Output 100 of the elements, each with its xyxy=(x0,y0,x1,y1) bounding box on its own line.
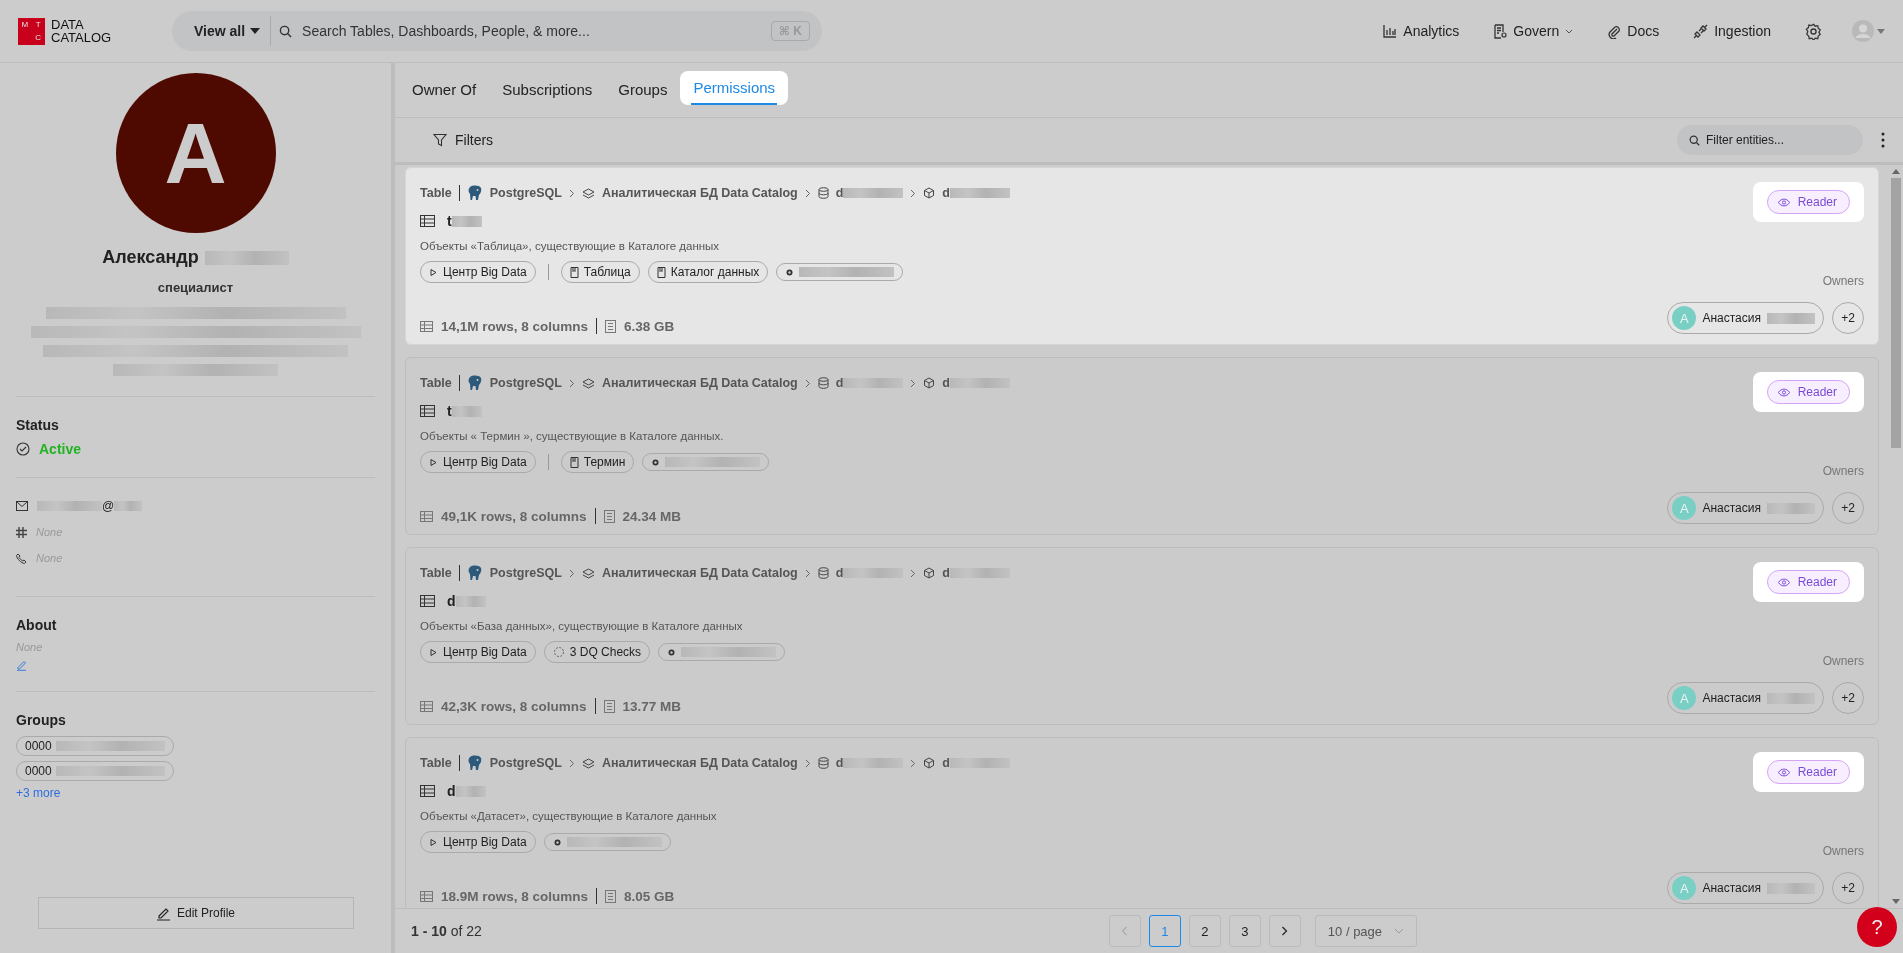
gear-icon xyxy=(552,837,562,847)
table-icon xyxy=(420,785,435,797)
service-name[interactable]: PostgreSQL xyxy=(489,376,562,390)
row-count: 42,3K rows, 8 columns xyxy=(441,698,587,714)
chevron-right-icon xyxy=(910,758,917,768)
permission-badge: Reader xyxy=(1766,570,1850,594)
breadcrumb-link[interactable]: Аналитическая БД Data Catalog xyxy=(602,186,798,200)
tab[interactable]: Groups xyxy=(616,63,670,117)
search-icon xyxy=(1689,134,1700,146)
section-heading: Status xyxy=(16,417,60,433)
table-icon xyxy=(420,215,435,227)
search-input[interactable]: Search Tables, Dashboards, People, & more... xyxy=(300,22,763,40)
settings-icon[interactable] xyxy=(1805,22,1822,40)
caret-icon xyxy=(1877,28,1885,34)
elephant-icon xyxy=(466,565,483,581)
chevron-right-icon xyxy=(569,758,575,768)
gear-icon xyxy=(667,647,677,657)
database-icon xyxy=(817,757,829,769)
entity-card[interactable]: Table PostgreSQL Аналитическая БД Data Catalog d d d Объекты «Датасет», существующие в Каталоге данных Центр Big Data 18.9M rows, 8 columns 8.05 GB Reader Owners A Анастасия +2 xyxy=(405,737,1879,908)
funnel-icon xyxy=(433,133,447,147)
page-button[interactable]: 3 xyxy=(1228,915,1261,947)
nav-link[interactable]: Ingestion xyxy=(1693,23,1771,39)
table-icon xyxy=(420,320,433,332)
page-button[interactable]: 2 xyxy=(1188,915,1221,947)
next-page-button[interactable] xyxy=(1268,915,1301,947)
breadcrumb-link[interactable]: Аналитическая БД Data Catalog xyxy=(602,376,798,390)
elephant-icon xyxy=(466,755,483,771)
chevron-right-icon xyxy=(804,188,811,198)
entity-description: Объекты «Датасет», существующие в Каталоге данных xyxy=(420,810,718,822)
chevron-right-icon xyxy=(804,758,811,768)
help-button[interactable]: ? xyxy=(1857,907,1897,947)
chevron-down-icon xyxy=(1565,28,1574,34)
entity-type: Table xyxy=(420,756,452,770)
layers-icon xyxy=(582,377,595,389)
permission-badge: Reader xyxy=(1766,190,1850,214)
filter-input[interactable]: Filter entities... xyxy=(1704,132,1848,148)
view-all-dropdown[interactable]: View all xyxy=(194,16,272,46)
edit-profile-button[interactable]: Edit Profile xyxy=(37,897,354,929)
eye-icon xyxy=(1777,767,1790,777)
chevron-right-icon xyxy=(910,568,917,578)
section-heading: Groups xyxy=(16,712,67,728)
breadcrumb-link[interactable]: Аналитическая БД Data Catalog xyxy=(602,756,798,770)
book-icon xyxy=(569,456,579,468)
entity-card[interactable]: Table PostgreSQL Аналитическая БД Data Catalog d d d Объекты «База данных», существующие в Каталоге данных Центр Big Data 3 DQ Checks 42,3K rows, 8 columns 13.77 MB Reader Owners A Анастасия +2 xyxy=(405,547,1879,725)
user-menu[interactable] xyxy=(1852,20,1885,42)
edit-icon[interactable] xyxy=(16,659,28,671)
database-icon xyxy=(817,567,829,579)
section-heading: About xyxy=(16,617,58,633)
hash-icon xyxy=(16,526,27,538)
contact-value: @ xyxy=(37,499,143,513)
permission-badge: Reader xyxy=(1766,760,1850,784)
plug-icon xyxy=(1693,23,1709,39)
play-icon xyxy=(429,837,438,847)
layers-icon xyxy=(582,567,595,579)
eye-icon xyxy=(1777,387,1790,397)
tab[interactable]: Subscriptions xyxy=(500,63,595,117)
page-size-select[interactable]: 10 / page xyxy=(1314,915,1418,947)
storage-icon xyxy=(605,889,617,903)
gear-icon xyxy=(651,457,661,467)
owners-label: Owners xyxy=(1822,464,1864,478)
profile-name: Александр xyxy=(102,247,289,268)
storage-icon xyxy=(605,319,617,333)
play-icon xyxy=(429,457,438,467)
service-name[interactable]: PostgreSQL xyxy=(489,186,562,200)
entity-description: Объекты «База данных», существующие в Каталоге данных xyxy=(420,620,744,632)
chevron-right-icon xyxy=(569,568,575,578)
breadcrumb-link[interactable]: Аналитическая БД Data Catalog xyxy=(602,566,798,580)
play-icon xyxy=(429,267,438,277)
paperclip-icon xyxy=(1607,23,1622,39)
cube-icon xyxy=(923,567,936,579)
table-icon xyxy=(420,700,433,712)
chevron-right-icon xyxy=(910,188,917,198)
service-name[interactable]: PostgreSQL xyxy=(489,566,562,580)
eye-icon xyxy=(1777,197,1790,207)
scroll-down-icon[interactable] xyxy=(1892,899,1900,904)
entity-card[interactable]: Table PostgreSQL Аналитическая БД Data Catalog d d t Объекты «Таблица», существующие в Каталоге данных Центр Big Data Таблица Каталог данных 14,1M rows, 8 columns 6.38 GB Reader Owners A Анастасия +2 xyxy=(405,167,1879,345)
table-icon xyxy=(420,890,433,902)
storage-icon xyxy=(603,509,615,523)
nav-link[interactable]: Docs xyxy=(1607,23,1660,39)
cube-icon xyxy=(923,377,936,389)
service-name[interactable]: PostgreSQL xyxy=(489,756,562,770)
profile-title: специалист xyxy=(157,280,234,295)
table-icon xyxy=(420,405,435,417)
nav-link[interactable]: Govern xyxy=(1493,23,1574,39)
filters-button[interactable]: Filters xyxy=(427,131,500,149)
nav-link[interactable]: Analytics xyxy=(1383,23,1460,39)
document-icon xyxy=(1493,23,1508,39)
entity-card[interactable]: Table PostgreSQL Аналитическая БД Data Catalog d d t Объекты « Термин », существующие в Каталоге данных. Центр Big Data Термин 49,1K rows, 8 columns 24.34 MB Reader Owners A Анастасия +2 xyxy=(405,357,1879,535)
owners-label: Owners xyxy=(1822,844,1864,858)
table-icon xyxy=(420,595,435,607)
tab[interactable]: Owner Of xyxy=(410,63,479,117)
filter-search-field[interactable]: Filter entities... xyxy=(1677,125,1863,155)
more-options-icon[interactable] xyxy=(1881,132,1885,148)
scroll-up-icon[interactable] xyxy=(1892,169,1900,174)
layers-icon xyxy=(582,187,595,199)
data-size: 8.05 GB xyxy=(624,888,675,904)
gear-icon xyxy=(785,267,795,277)
status-value: Active xyxy=(39,441,82,457)
owner-avatar: A xyxy=(1672,306,1697,330)
caret-icon xyxy=(250,28,261,34)
